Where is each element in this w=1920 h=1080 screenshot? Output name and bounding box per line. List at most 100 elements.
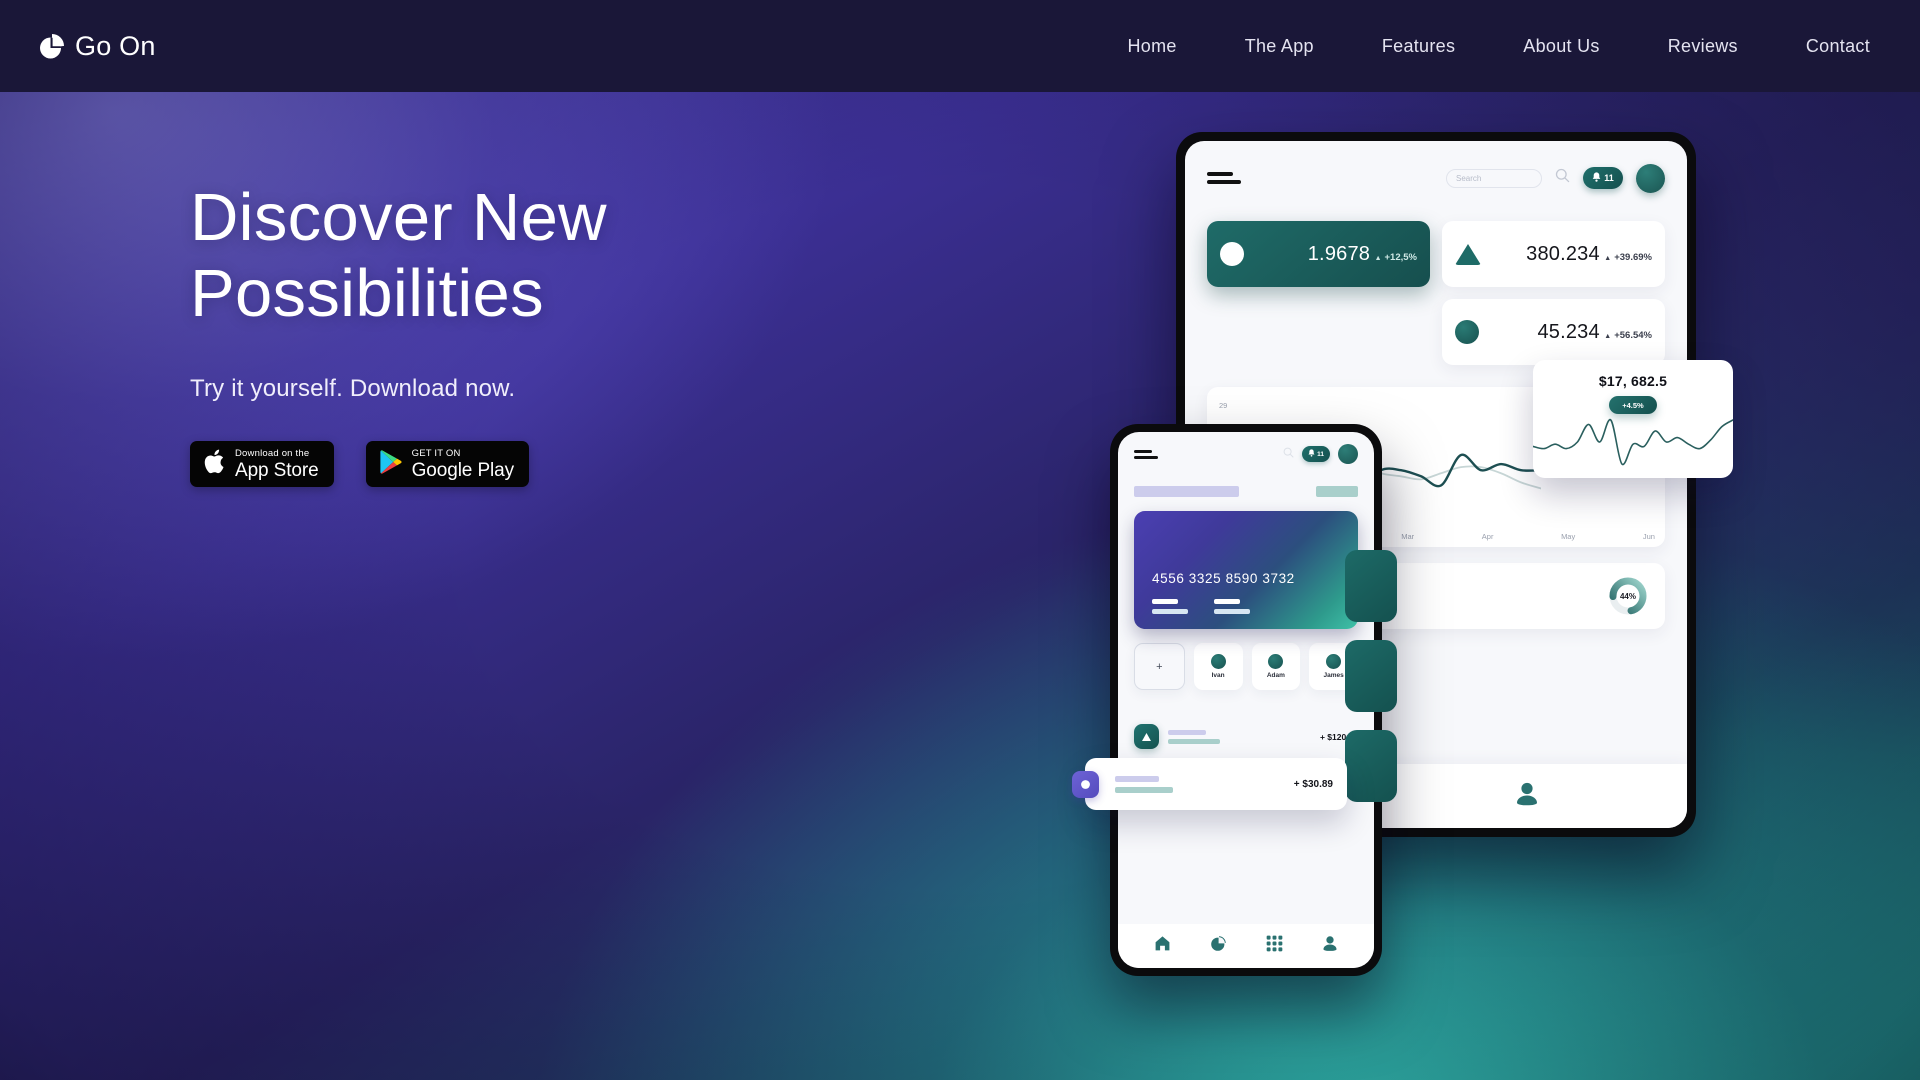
nav-item-the-app[interactable]: The App (1211, 36, 1348, 57)
device-mockups: Search 11 1.9678 ▲ +12,5% 380.234 ▲ +39.… (0, 0, 1920, 988)
contact-name: Adam (1266, 672, 1285, 679)
credit-card-number: 4556 3325 8590 3732 (1152, 571, 1295, 586)
google-play-icon (379, 449, 403, 480)
earnings-donut-chart: 44% (1607, 575, 1649, 617)
placeholder-bar-primary (1134, 486, 1239, 497)
avatar (1268, 654, 1284, 669)
contact-item[interactable]: Adam (1251, 643, 1301, 690)
avatar (1210, 654, 1226, 669)
google-play-small-label: GET IT ON (411, 448, 461, 460)
transaction-placeholder (1115, 775, 1173, 793)
decor-stack-2 (1345, 640, 1397, 712)
avatar[interactable] (1338, 444, 1358, 464)
decor-stack-1 (1345, 550, 1397, 622)
card-expiry-placeholder (1214, 599, 1250, 614)
stat-cards-row-2: 45.234 ▲ +56.54% (1185, 287, 1687, 365)
notification-badge[interactable]: 11 (1583, 167, 1623, 189)
search-input[interactable]: Search (1446, 168, 1542, 188)
y-tick: 29 (1219, 401, 1228, 410)
circle-icon (1220, 242, 1244, 266)
x-tick: Jun (1642, 532, 1655, 541)
decor-stack-3 (1345, 730, 1397, 802)
transaction-amount: + $30.89 (1293, 778, 1333, 790)
contact-name: Ivan (1211, 672, 1225, 679)
app-store-label: App Store (235, 459, 319, 481)
x-tick: Mar (1401, 532, 1415, 541)
earnings-percent: 44% (1619, 591, 1636, 601)
credit-card[interactable]: 4556 3325 8590 3732 (1134, 511, 1358, 629)
stat-cards-row-1: 1.9678 ▲ +12,5% 380.234 ▲ +39.69% (1185, 215, 1687, 287)
phone-screen: 11 4556 3325 8590 3732 + Ivan Adam James… (1118, 432, 1374, 968)
app-store-small-label: Download on the (235, 448, 310, 460)
plus-icon: + (1156, 660, 1163, 673)
brand-name: Go On (75, 30, 156, 61)
search-placeholder: Search (1456, 173, 1482, 183)
brand-logo[interactable]: Go On (38, 31, 156, 62)
bell-icon (1308, 449, 1315, 459)
nav-links: Home The App Features About Us Reviews C… (1093, 36, 1874, 57)
transaction-placeholder (1168, 729, 1220, 744)
app-store-button[interactable]: Download on the App Store (190, 441, 334, 488)
person-icon[interactable] (1322, 935, 1338, 957)
stat-change: ▲ +39.69% (1604, 251, 1652, 263)
notification-badge[interactable]: 11 (1302, 446, 1330, 462)
stat-value: 45.234 (1537, 320, 1600, 343)
hero-subtitle: Try it yourself. Download now. (190, 375, 516, 403)
search-icon[interactable] (1283, 445, 1294, 463)
page-title: Discover New Possibilities (190, 180, 890, 331)
phone-header: 11 (1118, 432, 1374, 476)
nav-item-home[interactable]: Home (1093, 36, 1210, 57)
hero-copy: Discover New Possibilities Try it yourse… (190, 180, 890, 488)
stat-value: 380.234 (1526, 242, 1600, 265)
google-play-button[interactable]: GET IT ON Google Play (365, 441, 530, 488)
circle-icon (1455, 320, 1479, 344)
card-holder-placeholder (1152, 599, 1188, 614)
x-tick: May (1561, 532, 1576, 541)
circle-purple-icon (1072, 770, 1099, 798)
pie-chart-logo-icon (38, 32, 66, 60)
balance-amount: $17, 682.5 (1598, 373, 1668, 389)
floating-balance-card[interactable]: $17, 682.5 +4.5% (1533, 360, 1733, 478)
contact-name: James (1323, 672, 1344, 679)
search-icon[interactable] (1555, 168, 1570, 188)
hero-title-line-1: Discover New (190, 180, 607, 255)
add-contact-button[interactable]: + (1134, 643, 1185, 690)
contacts-row: + Ivan Adam James (1118, 629, 1374, 690)
phone-bottom-nav (1118, 924, 1374, 968)
stat-card-2[interactable]: 380.234 ▲ +39.69% (1442, 221, 1665, 287)
floating-transaction-card[interactable]: + $30.89 (1072, 758, 1347, 810)
nav-item-features[interactable]: Features (1348, 36, 1489, 57)
landing-page: Go On Home The App Features About Us Rev… (0, 0, 1920, 1080)
avatar (1326, 654, 1342, 669)
balance-change: +4.5% (1622, 400, 1644, 410)
x-tick: Apr (1481, 532, 1494, 541)
hamburger-icon[interactable] (1207, 172, 1241, 184)
credit-card-detail-lines (1152, 599, 1250, 614)
home-icon[interactable] (1154, 935, 1171, 957)
list-item[interactable]: + $120.34 (1134, 724, 1358, 749)
stat-change: ▲ +12,5% (1374, 251, 1417, 263)
navbar: Go On Home The App Features About Us Rev… (0, 0, 1920, 92)
notification-count: 11 (1317, 450, 1324, 458)
placeholder-bar-secondary (1316, 486, 1358, 497)
stat-card-3[interactable]: 45.234 ▲ +56.54% (1442, 299, 1665, 365)
pie-chart-icon[interactable] (1210, 935, 1227, 957)
apple-icon (203, 448, 226, 480)
nav-item-contact[interactable]: Contact (1772, 36, 1874, 57)
notification-count: 11 (1604, 173, 1614, 183)
avatar[interactable] (1636, 163, 1665, 193)
stat-change: ▲ +56.54% (1604, 329, 1652, 341)
grid-icon[interactable] (1266, 935, 1283, 957)
phone-mockup: 11 4556 3325 8590 3732 + Ivan Adam James… (1110, 424, 1382, 976)
store-buttons: Download on the App Store GET IT ON Goog… (190, 441, 890, 488)
stat-card-1[interactable]: 1.9678 ▲ +12,5% (1207, 221, 1430, 287)
tablet-header: Search 11 (1185, 141, 1687, 215)
contact-item[interactable]: Ivan (1193, 643, 1243, 690)
triangle-icon (1455, 243, 1481, 265)
person-icon[interactable] (1515, 781, 1539, 812)
balance-sparkline (1533, 412, 1733, 470)
nav-item-about-us[interactable]: About Us (1489, 36, 1633, 57)
hamburger-icon[interactable] (1134, 449, 1158, 459)
google-play-label: Google Play (411, 459, 515, 481)
nav-item-reviews[interactable]: Reviews (1634, 36, 1772, 57)
